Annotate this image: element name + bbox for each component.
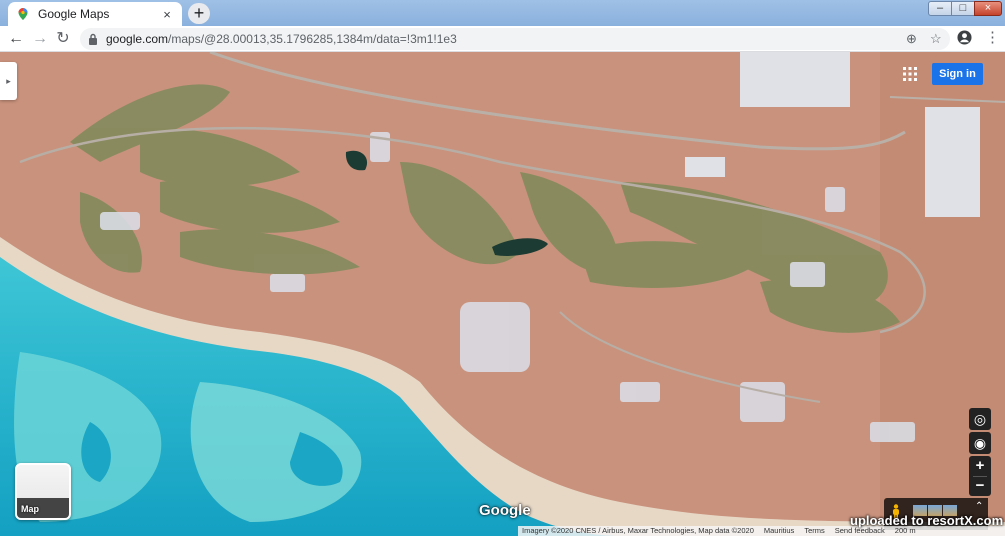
new-tab-button[interactable]: + — [188, 3, 210, 24]
browser-toolbar: ← → ↻ google.com/maps/@28.00013,35.17962… — [0, 26, 1005, 52]
map-type-label: Map — [21, 504, 39, 514]
google-maps-pin-icon — [18, 8, 28, 20]
back-button[interactable]: ← — [6, 29, 26, 49]
minimize-button[interactable]: – — [928, 1, 952, 16]
imagery-attribution: Imagery ©2020 CNES / Airbus, Maxar Techn… — [522, 526, 754, 535]
tab-close-icon[interactable]: × — [160, 7, 174, 22]
google-apps-grid-icon[interactable] — [903, 67, 917, 81]
my-location-icon[interactable]: ◉ — [969, 432, 991, 454]
browser-menu-icon[interactable]: ⋮ — [985, 29, 1000, 47]
tab-title: Google Maps — [38, 7, 110, 21]
side-panel-toggle-button[interactable]: ▸ — [0, 62, 17, 100]
sign-in-button[interactable]: Sign in — [932, 63, 983, 85]
reload-button[interactable]: ↻ — [53, 29, 73, 49]
zoom-out-button[interactable]: − — [969, 476, 991, 496]
lock-icon — [89, 33, 97, 45]
country-link[interactable]: Mauritius — [764, 526, 794, 536]
url-path: /maps/@28.00013,35.1796285,1384m/data=!3… — [168, 32, 457, 46]
watermark-text: uploaded to resortX.com — [850, 513, 1004, 528]
title-bar: Google Maps × + – □ × — [0, 0, 1005, 26]
zoom-divider — [973, 476, 987, 477]
map-type-toggle-button[interactable]: Map — [15, 463, 71, 520]
map-viewport[interactable]: ▸ Sign in ◎ ◉ + − Map Google ⌃ Imagery ©… — [0, 52, 1005, 536]
expand-chevron-icon[interactable]: ⌃ — [975, 502, 983, 512]
profile-avatar-icon[interactable] — [957, 30, 972, 45]
tab-google-maps[interactable]: Google Maps × — [8, 2, 182, 26]
globe-view-icon[interactable]: ◎ — [969, 408, 991, 430]
url-host: google.com — [106, 32, 169, 46]
bookmark-star-icon[interactable]: ☆ — [930, 28, 942, 50]
url-text: google.com/maps/@28.00013,35.1796285,138… — [106, 32, 457, 46]
close-window-button[interactable]: × — [974, 1, 1002, 16]
address-bar[interactable]: google.com/maps/@28.00013,35.1796285,138… — [80, 28, 950, 50]
zoom-in-button[interactable]: + — [969, 456, 991, 476]
satellite-imagery — [0, 52, 1005, 536]
google-logo: Google — [479, 502, 531, 519]
terms-link[interactable]: Terms — [804, 526, 824, 536]
forward-button[interactable]: → — [30, 29, 50, 49]
maximize-button[interactable]: □ — [951, 1, 975, 16]
zoom-controls: + − — [969, 456, 991, 496]
zoom-icon[interactable]: ⊕ — [906, 28, 917, 50]
